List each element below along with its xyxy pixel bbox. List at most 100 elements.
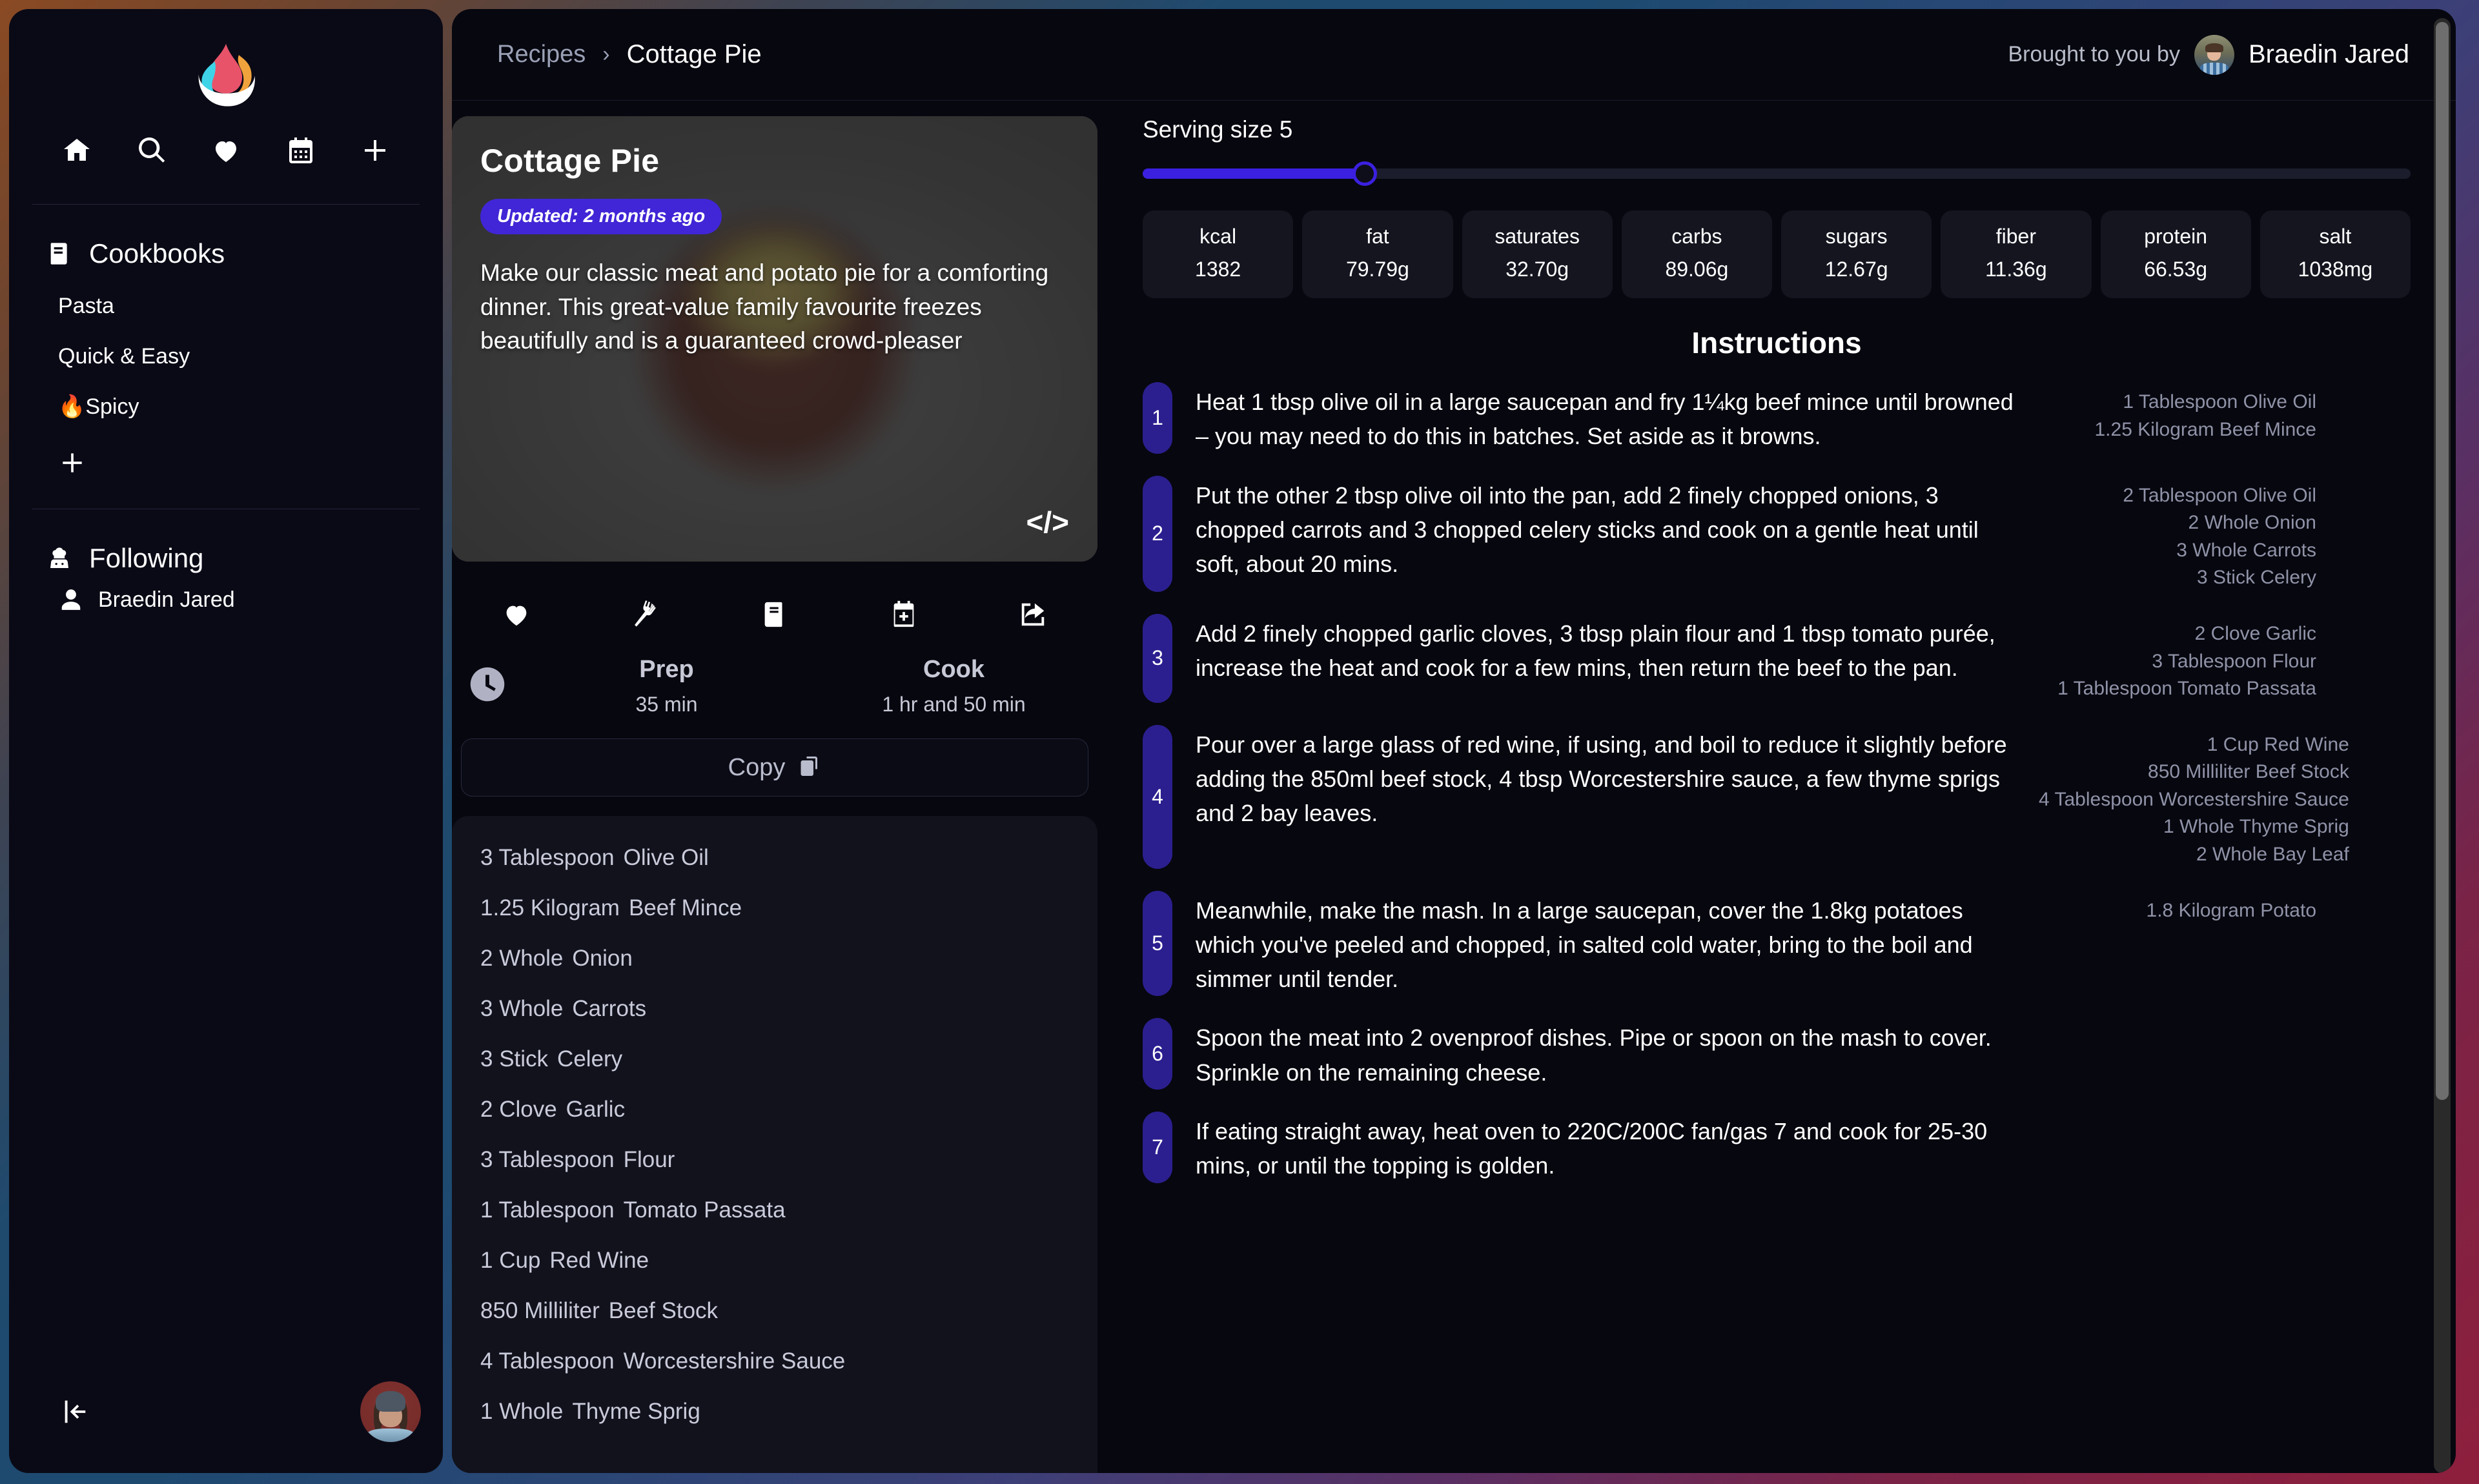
step-ingredient: 1 Tablespoon Tomato Passata xyxy=(2057,678,2316,700)
nutrition-box-kcal: kcal 1382 xyxy=(1143,210,1294,298)
step-ingredient: 2 Whole Onion xyxy=(2188,512,2316,534)
step-ingredient: 850 Milliliter Beef Stock xyxy=(2148,761,2349,783)
step-number: 5 xyxy=(1143,890,1172,997)
cook-value: 1 hr and 50 min xyxy=(882,693,1026,716)
recipe-hero-card: Cottage Pie Updated: 2 months ago Make o… xyxy=(452,116,1097,562)
step-ingredient: 1 Tablespoon Olive Oil xyxy=(2123,391,2316,412)
ingredient-name: Beef Mince xyxy=(628,895,742,920)
slider-thumb[interactable] xyxy=(1352,161,1377,186)
plus-icon[interactable] xyxy=(352,128,398,173)
step-ingredients: 2 Clove Garlic 3 Tablespoon Flour 1 Tables… xyxy=(2039,614,2316,703)
scrollbar-thumb[interactable] xyxy=(2436,22,2449,1100)
add-cookbook-icon[interactable] xyxy=(58,432,97,480)
step-ingredient: 1.25 Kilogram Beef Mince xyxy=(2094,418,2316,440)
step-ingredients xyxy=(2039,1018,2316,1090)
nutrition-value: 1038mg xyxy=(2298,258,2373,281)
nutrition-value: 32.70g xyxy=(1505,258,1569,281)
slider-fill xyxy=(1143,168,1365,179)
ingredient-row: 3 Whole Carrots xyxy=(452,984,1097,1034)
avatar[interactable] xyxy=(360,1381,421,1442)
nutrition-box-fiber: fiber 11.36g xyxy=(1941,210,2092,298)
nutrition-box-carbs: carbs 89.06g xyxy=(1621,210,1772,298)
ingredient-quantity: 4 Tablespoon xyxy=(480,1348,615,1374)
sidebar-item-spicy[interactable]: 🔥Spicy xyxy=(58,381,443,432)
ingredient-name: Worcestershire Sauce xyxy=(623,1348,846,1374)
sidebar-item-pasta[interactable]: Pasta xyxy=(58,281,443,331)
nutrition-label: salt xyxy=(2319,225,2352,248)
ingredient-quantity: 850 Milliliter xyxy=(480,1298,600,1323)
cookbooks-heading: Cookbooks xyxy=(9,205,443,269)
step-text: Meanwhile, make the mash. In a large sau… xyxy=(1196,897,1973,993)
ingredient-quantity: 1 Cup xyxy=(480,1248,541,1273)
author-name[interactable]: Braedin Jared xyxy=(2249,40,2409,69)
step-number: 3 xyxy=(1143,613,1172,703)
step-text: Heat 1 tbsp olive oil in a large saucepa… xyxy=(1196,389,2014,450)
instruction-step: 2 Put the other 2 tbsp olive oil into the… xyxy=(1143,475,2411,592)
clock-icon xyxy=(452,664,523,709)
nutrition-value: 66.53g xyxy=(2144,258,2208,281)
prep-value: 35 min xyxy=(635,693,698,716)
nutrition-box-saturates: saturates 32.70g xyxy=(1462,210,1613,298)
cookbook-icon[interactable] xyxy=(749,591,801,638)
ingredient-name: Beef Stock xyxy=(608,1298,719,1323)
prep-label: Prep xyxy=(639,656,694,683)
ingredient-name: Garlic xyxy=(566,1097,626,1122)
code-icon[interactable]: </> xyxy=(1026,505,1069,540)
ingredient-name: Olive Oil xyxy=(623,845,709,870)
sidebar: Cookbooks Pasta Quick & Easy 🔥Spicy Foll… xyxy=(9,9,443,1473)
step-text: If eating straight away, heat oven to 22… xyxy=(1196,1117,1988,1179)
nutrition-label: sugars xyxy=(1825,225,1888,248)
fork-icon[interactable] xyxy=(620,591,671,638)
cookbooks-list: Pasta Quick & Easy 🔥Spicy xyxy=(9,269,443,480)
step-ingredients xyxy=(2039,1112,2316,1183)
sidebar-item-quick-easy[interactable]: Quick & Easy xyxy=(58,331,443,381)
heart-icon[interactable] xyxy=(491,591,542,638)
home-icon[interactable] xyxy=(54,128,99,173)
step-number: 6 xyxy=(1143,1018,1172,1090)
brought-to-you-by: Brought to you by Braedin Jared xyxy=(2008,34,2409,75)
calendar-icon[interactable] xyxy=(278,128,323,173)
sidebar-item-braedin-jared[interactable]: Braedin Jared xyxy=(9,574,443,613)
ingredient-row: 3 Tablespoon Flour xyxy=(452,1135,1097,1185)
step-number: 2 xyxy=(1143,475,1172,592)
cook-label: Cook xyxy=(923,656,984,683)
instruction-step: 6 Spoon the meat into 2 ovenproof dishes.… xyxy=(1143,1018,2411,1090)
book-icon xyxy=(45,239,74,268)
breadcrumb-recipes[interactable]: Recipes xyxy=(497,41,586,68)
nutrition-value: 11.36g xyxy=(1985,258,2047,281)
serving-size-slider[interactable] xyxy=(1143,160,2411,187)
content-area: Cottage Pie Updated: 2 months ago Make o… xyxy=(452,101,2456,1473)
ingredient-name: Thyme Sprig xyxy=(572,1399,700,1424)
cook-time: Cook 1 hr and 50 min xyxy=(810,656,1097,717)
nutrition-label: kcal xyxy=(1199,225,1237,248)
ingredient-row: 2 Whole Onion xyxy=(452,933,1097,984)
ingredients-list: 3 Tablespoon Olive Oil 1.25 Kilogram Beef M… xyxy=(452,833,1097,1437)
heart-icon[interactable] xyxy=(203,128,249,173)
following-heading: Following xyxy=(9,509,443,574)
ingredient-name: Onion xyxy=(572,946,633,971)
instructions-title: Instructions xyxy=(1691,326,1862,360)
step-number: 7 xyxy=(1143,1111,1172,1183)
calendar-add-icon[interactable] xyxy=(878,591,930,638)
ingredient-row: 850 Milliliter Beef Stock xyxy=(452,1286,1097,1336)
serving-size-label: Serving size 5 xyxy=(1143,116,1293,143)
breadcrumb-current: Cottage Pie xyxy=(626,40,762,68)
collapse-sidebar-icon[interactable] xyxy=(54,1391,96,1432)
prep-time: Prep 35 min xyxy=(523,656,810,717)
page-title: Cottage Pie xyxy=(480,143,660,179)
nutrition-box-sugars: sugars 12.67g xyxy=(1781,210,1932,298)
scrollbar[interactable] xyxy=(2434,18,2451,1473)
recipe-right-column: Serving size 5 kcal 1382 fat 79.79g saturate… xyxy=(1117,101,2456,1473)
copy-button[interactable]: Copy xyxy=(461,738,1088,797)
step-ingredient: 2 Clove Garlic xyxy=(2194,622,2316,644)
search-icon[interactable] xyxy=(129,128,174,173)
step-ingredients: 1 Cup Red Wine 850 Milliliter Beef Stock 4… xyxy=(2039,725,2349,869)
step-number: 4 xyxy=(1143,724,1172,869)
share-icon[interactable] xyxy=(1007,591,1059,638)
step-ingredient: 4 Tablespoon Worcestershire Sauce xyxy=(2039,788,2349,810)
flame-logo[interactable] xyxy=(186,37,266,117)
ingredient-name: Carrots xyxy=(572,996,647,1021)
ingredient-name: Red Wine xyxy=(549,1248,649,1273)
following-label: Following xyxy=(89,543,204,573)
author-avatar[interactable] xyxy=(2194,34,2234,75)
